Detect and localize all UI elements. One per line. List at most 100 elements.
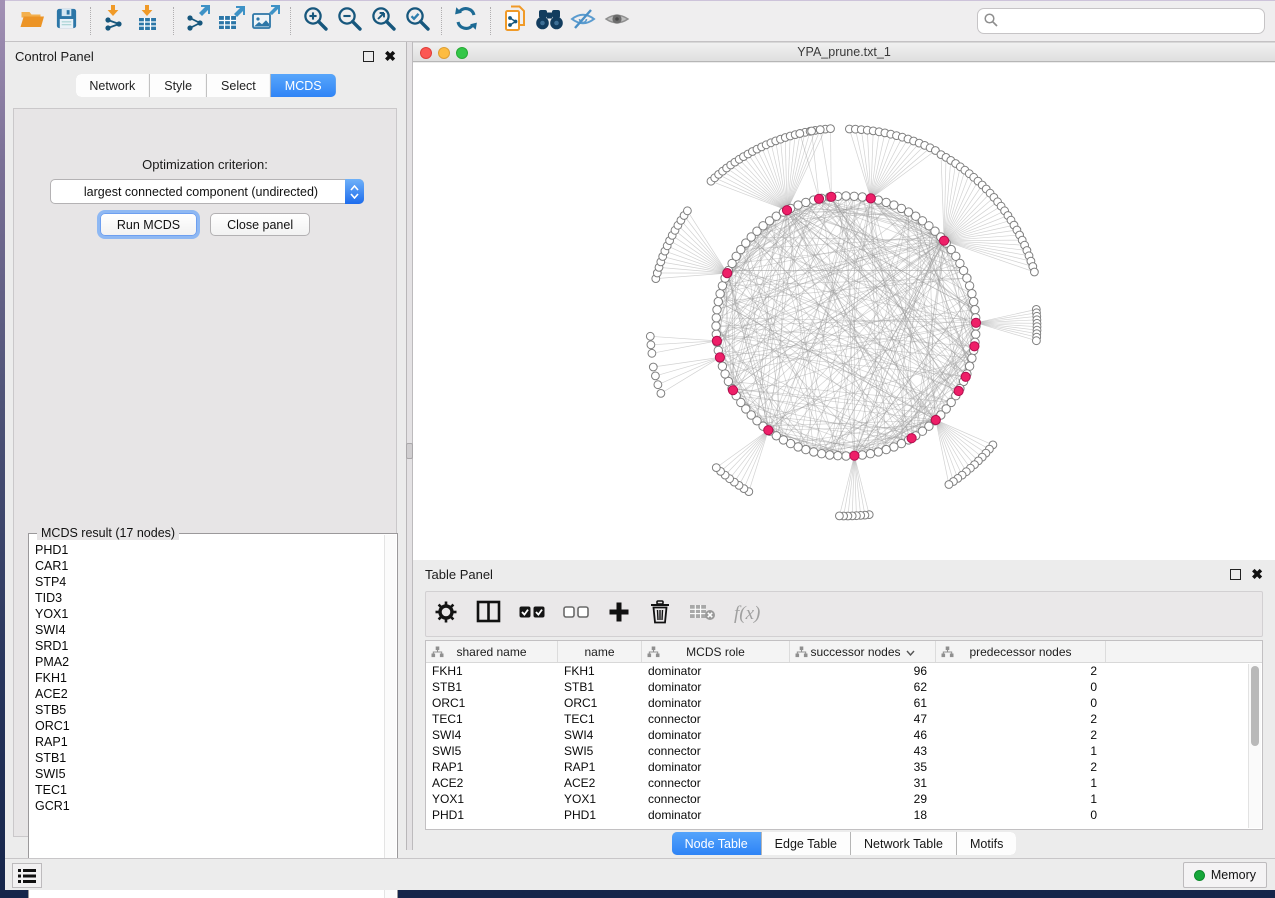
table-row[interactable]: RAP1 RAP1 dominator 35 2 — [426, 759, 1262, 775]
column-header-name[interactable]: name — [558, 641, 642, 662]
result-node-item[interactable]: PHD1 — [30, 542, 384, 558]
mcds-result-group: MCDS result (17 nodes) PHD1CAR1STP4TID3Y… — [28, 533, 398, 898]
column-header-predecessor-nodes[interactable]: predecessor nodes — [936, 641, 1106, 662]
zoom-fit-button[interactable] — [366, 5, 400, 37]
control-panel-float-button[interactable] — [363, 51, 374, 62]
splitter-handle-icon[interactable] — [406, 443, 413, 459]
network-canvas[interactable] — [413, 63, 1275, 560]
table-row[interactable]: YOX1 YOX1 connector 29 1 — [426, 791, 1262, 807]
network-window-title: YPA_prune.txt_1 — [797, 45, 891, 59]
task-history-button[interactable] — [12, 863, 42, 888]
table-panel: Table Panel ✖ f(x) shared namenameMCDS r… — [413, 561, 1275, 850]
toolbar-separator — [173, 7, 174, 35]
network-window-titlebar[interactable]: YPA_prune.txt_1 — [413, 42, 1275, 62]
close-panel-button[interactable]: Close panel — [210, 213, 310, 236]
result-node-item[interactable]: TEC1 — [30, 782, 384, 798]
result-node-item[interactable]: CAR1 — [30, 558, 384, 574]
search-input[interactable] — [977, 8, 1265, 34]
result-node-item[interactable]: STB1 — [30, 750, 384, 766]
mcds-result-scrollbar[interactable] — [384, 535, 396, 898]
result-node-item[interactable]: GCR1 — [30, 798, 384, 814]
show-all-button[interactable] — [600, 5, 634, 37]
select-all-button[interactable] — [519, 597, 545, 631]
window-zoom-icon[interactable] — [456, 47, 468, 59]
mcds-result-list[interactable]: PHD1CAR1STP4TID3YOX1SWI4SRD1PMA2FKH1ACE2… — [30, 542, 384, 898]
result-node-item[interactable]: ACE2 — [30, 686, 384, 702]
tab-mcds[interactable]: MCDS — [271, 74, 336, 97]
import-table-button[interactable] — [132, 5, 166, 37]
deselect-all-button[interactable] — [563, 597, 589, 631]
control-panel-close-button[interactable]: ✖ — [384, 51, 396, 62]
tab-network[interactable]: Network — [75, 74, 150, 97]
hide-selected-icon — [569, 6, 597, 37]
zoom-out-button[interactable] — [332, 5, 366, 37]
window-minimize-icon[interactable] — [438, 47, 450, 59]
export-image-button[interactable] — [249, 5, 283, 37]
control-panel-titlebar: Control Panel ✖ — [5, 42, 406, 70]
table-panel-close-button[interactable]: ✖ — [1251, 569, 1263, 580]
result-node-item[interactable]: YOX1 — [30, 606, 384, 622]
toolbar-separator — [90, 7, 91, 35]
sort-chevron-icon[interactable] — [906, 645, 915, 659]
result-node-item[interactable]: SWI4 — [30, 622, 384, 638]
first-neighbors-button[interactable] — [532, 5, 566, 37]
select-all-icon — [519, 605, 545, 624]
table-panel-float-button[interactable] — [1230, 569, 1241, 580]
save-session-button[interactable] — [49, 5, 83, 37]
tab-network-table[interactable]: Network Table — [851, 832, 957, 855]
refresh-button[interactable] — [449, 5, 483, 37]
deselect-all-icon — [563, 605, 589, 624]
node-table-body: FKH1 FKH1 dominator 96 2STB1 STB1 domina… — [426, 663, 1262, 823]
table-row[interactable]: TEC1 TEC1 connector 47 2 — [426, 711, 1262, 727]
column-header-MCDS-role[interactable]: MCDS role — [642, 641, 790, 662]
import-network-button[interactable] — [98, 5, 132, 37]
table-row[interactable]: ACE2 ACE2 connector 31 1 — [426, 775, 1262, 791]
result-node-item[interactable]: PMA2 — [30, 654, 384, 670]
combo-stepper-icon — [345, 179, 364, 204]
result-node-item[interactable]: SRD1 — [30, 638, 384, 654]
zoom-selected-button[interactable] — [400, 5, 434, 37]
table-row[interactable]: PHD1 PHD1 dominator 18 0 — [426, 807, 1262, 823]
tab-motifs[interactable]: Motifs — [957, 832, 1016, 855]
control-panel-tabs: NetworkStyleSelectMCDS — [75, 74, 335, 97]
result-node-item[interactable]: STB5 — [30, 702, 384, 718]
result-node-item[interactable]: FKH1 — [30, 670, 384, 686]
memory-button[interactable]: Memory — [1183, 862, 1267, 888]
function-builder-icon: f(x) — [734, 603, 760, 625]
table-toolbar: f(x) — [425, 591, 1263, 637]
result-node-item[interactable]: RAP1 — [30, 734, 384, 750]
hide-selected-button[interactable] — [566, 5, 600, 37]
table-row[interactable]: SWI4 SWI4 dominator 46 2 — [426, 727, 1262, 743]
result-node-item[interactable]: ORC1 — [30, 718, 384, 734]
table-row[interactable]: FKH1 FKH1 dominator 96 2 — [426, 663, 1262, 679]
column-header-shared-name[interactable]: shared name — [426, 641, 558, 662]
control-panel: Control Panel ✖ NetworkStyleSelectMCDS O… — [5, 42, 407, 850]
result-node-item[interactable]: STP4 — [30, 574, 384, 590]
result-node-item[interactable]: SWI5 — [30, 766, 384, 782]
export-network-icon — [184, 5, 212, 37]
column-header-successor-nodes[interactable]: successor nodes — [790, 641, 936, 662]
tab-edge-table[interactable]: Edge Table — [762, 832, 851, 855]
tab-select[interactable]: Select — [207, 74, 271, 97]
show-column-panel-button[interactable] — [476, 597, 501, 631]
export-table-button[interactable] — [215, 5, 249, 37]
add-button[interactable] — [607, 597, 631, 631]
tab-node-table[interactable]: Node Table — [672, 832, 762, 855]
window-close-icon[interactable] — [420, 47, 432, 59]
optimization-criterion-select[interactable]: largest connected component (undirected) — [50, 179, 364, 204]
zoom-in-button[interactable] — [298, 5, 332, 37]
table-row[interactable]: SWI5 SWI5 connector 43 1 — [426, 743, 1262, 759]
result-node-item[interactable]: TID3 — [30, 590, 384, 606]
run-mcds-button[interactable]: Run MCDS — [100, 213, 197, 236]
table-row[interactable]: ORC1 ORC1 dominator 61 0 — [426, 695, 1262, 711]
export-table-icon — [217, 5, 247, 37]
open-file-button[interactable] — [15, 5, 49, 37]
duplicate-network-button[interactable] — [498, 5, 532, 37]
delete-button[interactable] — [649, 597, 671, 631]
table-scrollbar[interactable] — [1248, 664, 1261, 828]
table-row[interactable]: STB1 STB1 dominator 62 0 — [426, 679, 1262, 695]
table-scrollbar-thumb[interactable] — [1251, 666, 1259, 746]
table-settings-button[interactable] — [434, 597, 458, 631]
export-network-button[interactable] — [181, 5, 215, 37]
tab-style[interactable]: Style — [150, 74, 207, 97]
